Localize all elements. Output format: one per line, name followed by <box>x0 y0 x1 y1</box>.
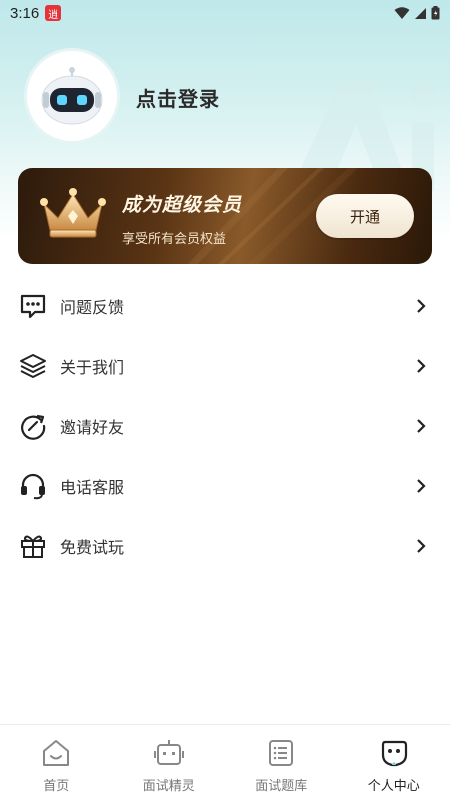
status-time: 3:16 <box>10 4 40 22</box>
battery-icon <box>431 6 440 20</box>
nav-tab-question-bank[interactable]: 面试题库 <box>225 725 338 800</box>
feedback-icon <box>18 291 48 321</box>
menu-label: 免费试玩 <box>60 538 125 557</box>
gift-icon <box>18 531 48 561</box>
chevron-right-icon <box>414 299 428 313</box>
menu-label: 问题反馈 <box>60 298 125 317</box>
list-icon <box>265 737 297 769</box>
refresh-icon <box>18 411 48 441</box>
robot-avatar-icon <box>41 67 103 125</box>
menu-label: 关于我们 <box>60 358 125 377</box>
profile-screen: 3:16 逍 点击登录 成为超级会员 享受所有会员权益 开通 问题反馈 关于我们… <box>0 0 450 800</box>
profile-icon <box>378 737 410 769</box>
vip-membership-card[interactable]: 成为超级会员 享受所有会员权益 开通 <box>18 168 432 264</box>
nav-tab-interview-assistant[interactable]: 面试精灵 <box>113 725 226 800</box>
wifi-icon <box>394 6 410 19</box>
nav-label: 个人中心 <box>367 779 420 794</box>
crown-icon <box>40 188 106 238</box>
vip-title: 成为超级会员 <box>122 194 243 216</box>
settings-menu: 问题反馈 关于我们 邀请好友 电话客服 免费试玩 <box>0 276 450 576</box>
activate-vip-button[interactable]: 开通 <box>316 194 414 238</box>
menu-item-about[interactable]: 关于我们 <box>0 336 450 396</box>
chevron-right-icon <box>414 539 428 553</box>
chevron-right-icon <box>414 419 428 433</box>
layers-icon <box>18 351 48 381</box>
menu-item-feedback[interactable]: 问题反馈 <box>0 276 450 336</box>
headset-icon <box>18 471 48 501</box>
robot-icon <box>153 737 185 769</box>
notification-app-icon: 逍 <box>45 5 62 21</box>
login-prompt[interactable]: 点击登录 <box>136 83 220 112</box>
menu-label: 邀请好友 <box>60 418 125 437</box>
vip-subtitle: 享受所有会员权益 <box>122 232 227 247</box>
nav-tab-profile[interactable]: 个人中心 <box>338 725 450 800</box>
nav-label: 面试题库 <box>255 779 308 794</box>
avatar[interactable] <box>24 48 120 144</box>
bottom-navigation: 首页 面试精灵 面试题库 个人中心 <box>0 724 450 800</box>
nav-tab-home[interactable]: 首页 <box>0 725 113 800</box>
signal-icon <box>415 7 426 19</box>
nav-label: 面试精灵 <box>142 779 195 794</box>
menu-item-free-trial[interactable]: 免费试玩 <box>0 516 450 576</box>
nav-label: 首页 <box>43 779 70 794</box>
status-indicators <box>394 6 440 20</box>
chevron-right-icon <box>414 479 428 493</box>
menu-label: 电话客服 <box>60 478 125 497</box>
status-bar: 3:16 逍 <box>0 0 450 26</box>
chevron-right-icon <box>414 359 428 373</box>
menu-item-invite[interactable]: 邀请好友 <box>0 396 450 456</box>
home-icon <box>40 737 72 769</box>
menu-item-phone-support[interactable]: 电话客服 <box>0 456 450 516</box>
